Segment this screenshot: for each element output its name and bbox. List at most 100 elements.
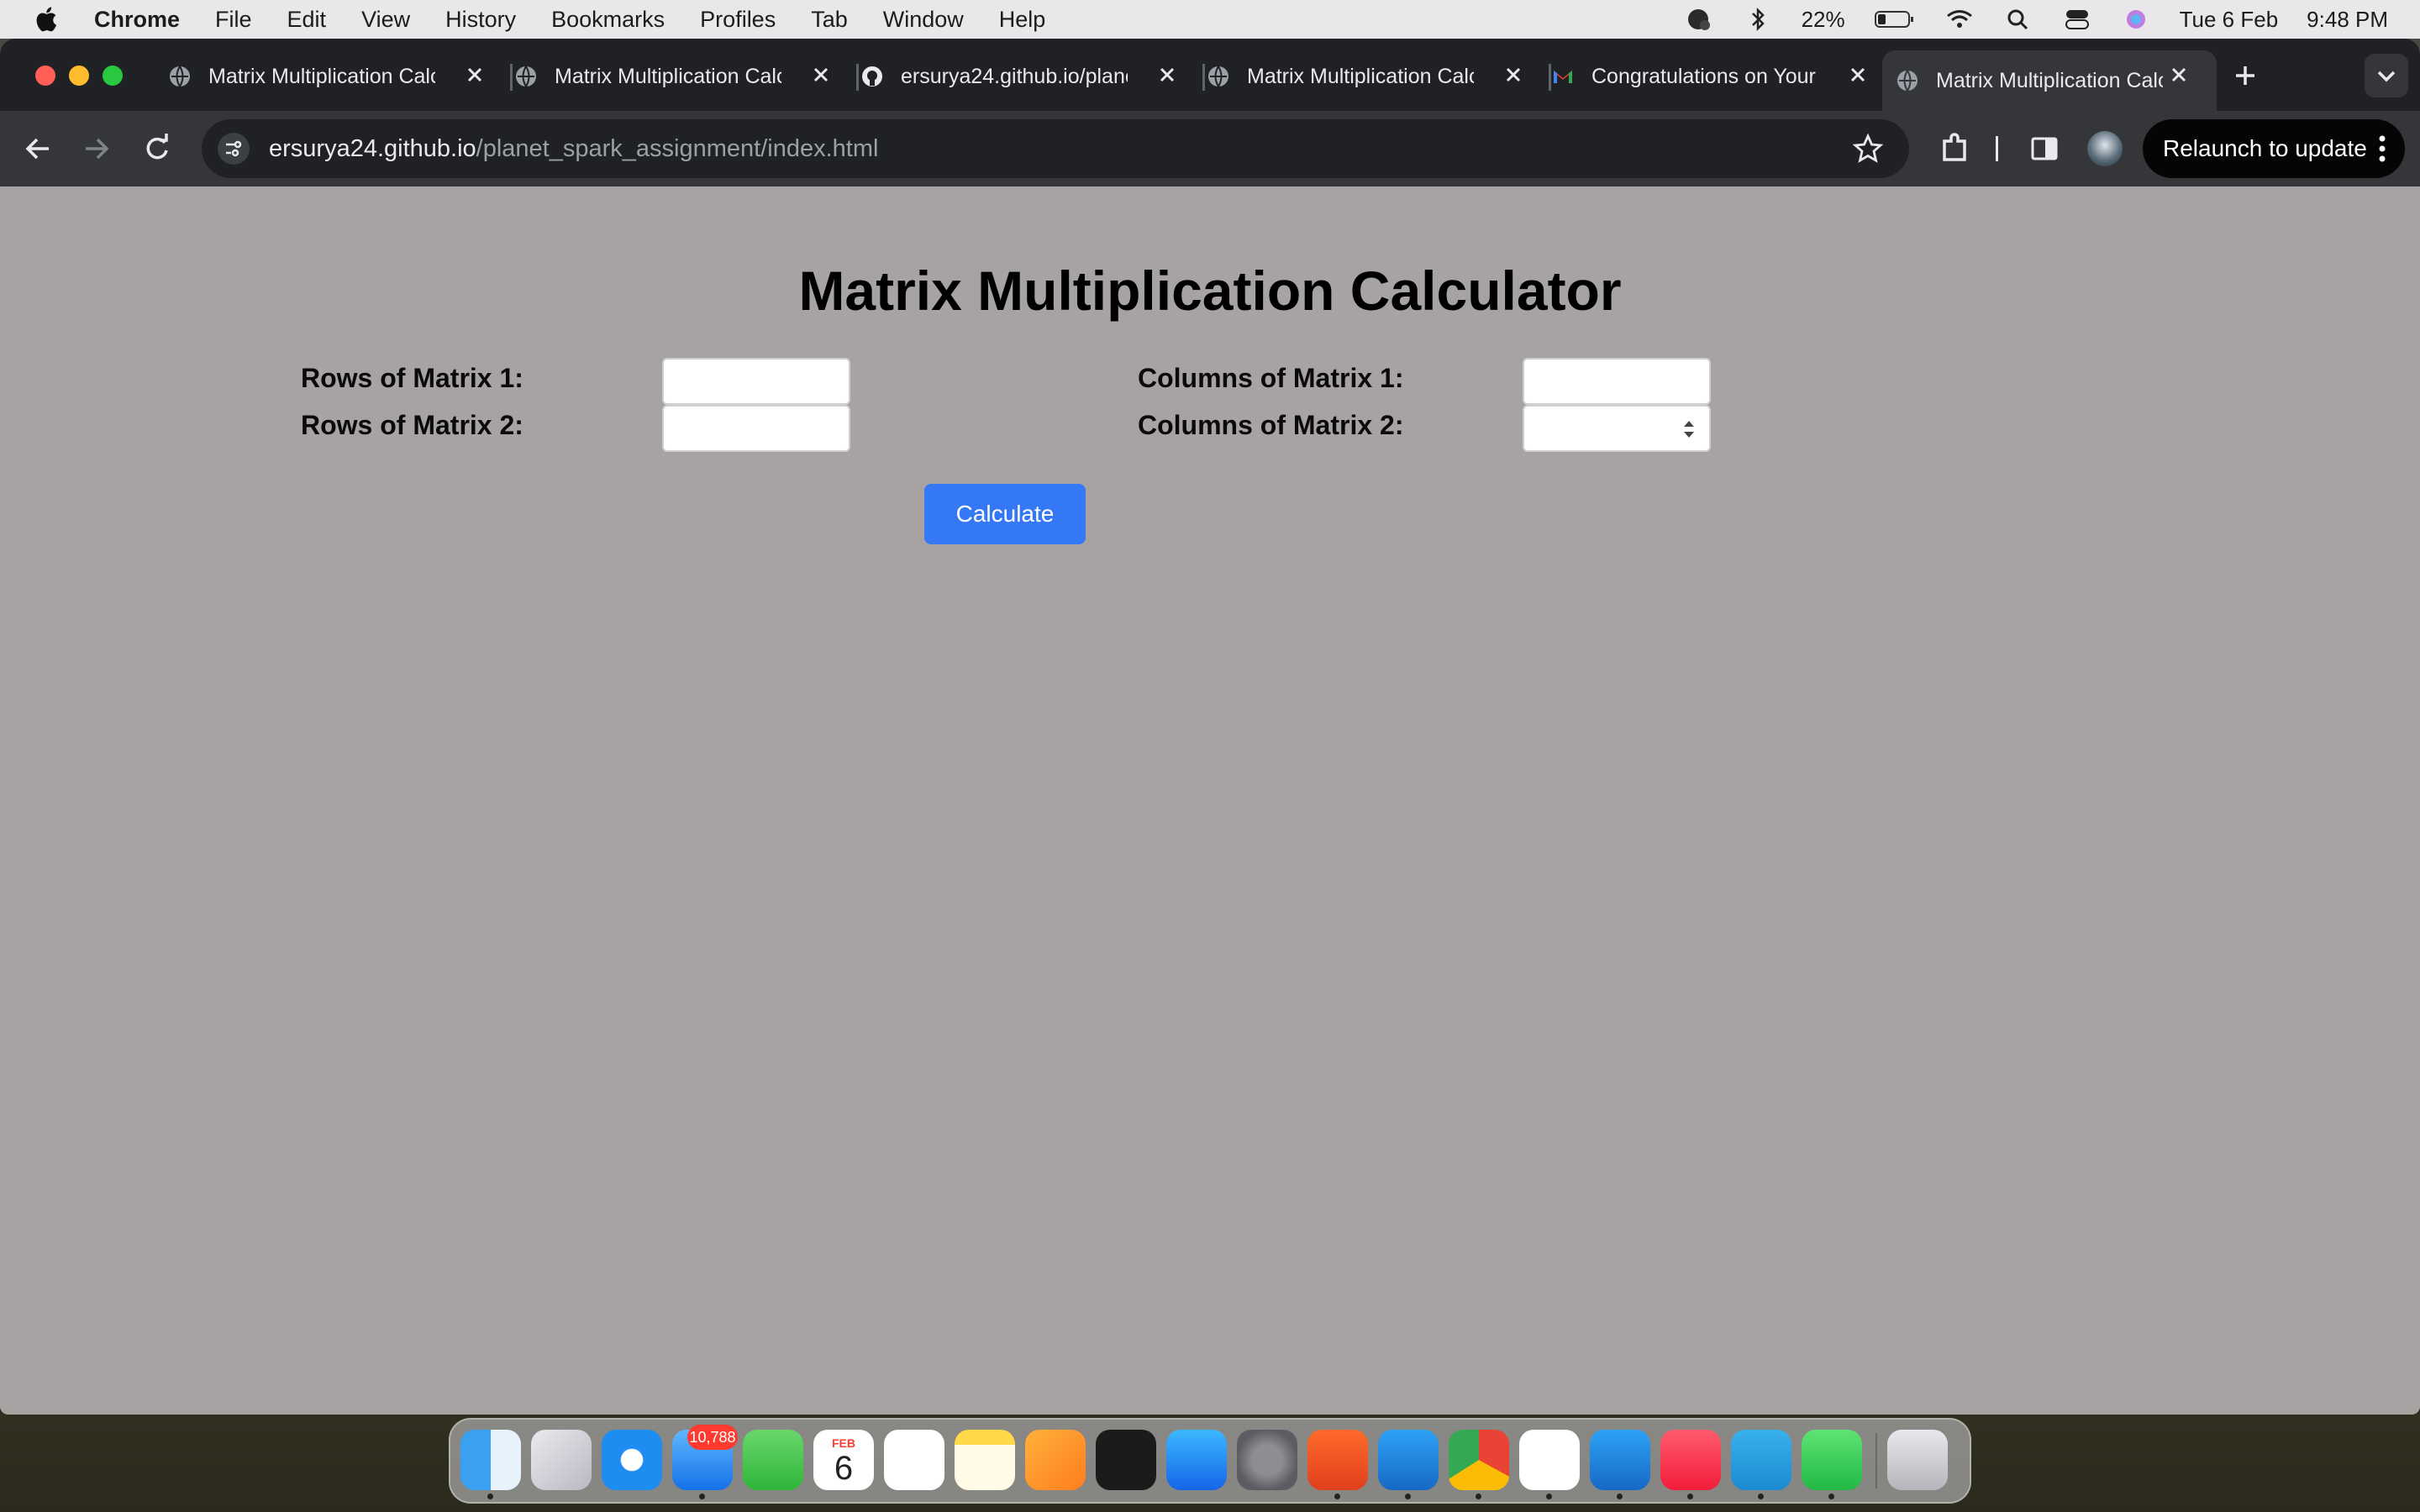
number-spinner-icon[interactable]	[1681, 417, 1697, 442]
tab-6-active[interactable]: Matrix Multiplication Calculator	[1882, 50, 2217, 111]
dock-launchpad-icon[interactable]	[531, 1430, 592, 1490]
reload-icon[interactable]	[138, 129, 176, 168]
siri-icon[interactable]	[2121, 7, 2151, 32]
more-menu-icon[interactable]	[2378, 134, 2386, 163]
dock-pages-icon[interactable]	[1025, 1430, 1086, 1490]
running-indicator	[1334, 1494, 1340, 1499]
menu-edit[interactable]: Edit	[287, 7, 327, 33]
running-indicator	[1546, 1494, 1552, 1499]
running-indicator	[1687, 1494, 1693, 1499]
tab-search-button[interactable]	[2365, 54, 2408, 97]
url-path: /planet_spark_assignment/index.html	[476, 134, 879, 162]
calendar-month: FEB	[832, 1436, 855, 1450]
page-title: Matrix Multiplication Calculator	[798, 260, 1622, 322]
dock-calendar-icon[interactable]: FEB 6	[813, 1430, 874, 1490]
close-tab-icon[interactable]	[808, 62, 834, 87]
menubar-time[interactable]: 9:48 PM	[2307, 7, 2388, 33]
address-bar[interactable]: ersurya24.github.io/planet_spark_assignm…	[202, 119, 1909, 178]
mail-unread-badge: 10,788	[687, 1425, 738, 1450]
menu-file[interactable]: File	[215, 7, 252, 33]
dock-system-settings-icon[interactable]	[1237, 1430, 1297, 1490]
columns-matrix-2-input[interactable]	[1523, 405, 1711, 452]
menu-bookmarks[interactable]: Bookmarks	[551, 7, 665, 33]
menu-help[interactable]: Help	[999, 7, 1046, 33]
dock-vs-code-insiders-icon[interactable]	[1590, 1430, 1650, 1490]
apple-menu-icon[interactable]	[34, 5, 62, 34]
running-indicator	[1758, 1494, 1764, 1499]
running-indicator	[1476, 1494, 1481, 1499]
calculate-button[interactable]: Calculate	[924, 484, 1086, 544]
zoom-window-button[interactable]	[103, 66, 123, 86]
rows-matrix-1-input[interactable]	[662, 358, 850, 405]
dock-app-store-icon[interactable]	[1166, 1430, 1227, 1490]
profile-avatar[interactable]	[2087, 131, 2123, 166]
back-arrow-icon[interactable]	[18, 129, 57, 168]
close-tab-icon[interactable]	[1155, 62, 1180, 87]
forward-arrow-icon[interactable]	[77, 129, 116, 168]
running-indicator	[1405, 1494, 1411, 1499]
dock-terminal-icon[interactable]	[1096, 1430, 1156, 1490]
dock-finder-icon[interactable]	[460, 1430, 521, 1490]
close-tab-icon[interactable]	[1501, 62, 1526, 87]
minimize-window-button[interactable]	[69, 66, 89, 86]
tab-4[interactable]: Matrix Multiplication Calculator	[1207, 50, 1551, 102]
menu-profiles[interactable]: Profiles	[700, 7, 776, 33]
chrome-window: Matrix Multiplication Calculator Matrix …	[0, 39, 2420, 1415]
dock-brave-icon[interactable]	[1307, 1430, 1368, 1490]
tab-5[interactable]: Congratulations on Your	[1551, 50, 1896, 102]
dock-trash-icon[interactable]	[1887, 1430, 1948, 1490]
tab-strip: Matrix Multiplication Calculator Matrix …	[0, 39, 2420, 111]
dock-divider	[1876, 1433, 1877, 1488]
dock-vs-code-icon[interactable]	[1378, 1430, 1439, 1490]
spotlight-search-icon[interactable]	[2003, 7, 2033, 32]
extensions-puzzle-icon[interactable]	[1936, 129, 1975, 168]
rows-matrix-2-input[interactable]	[662, 405, 850, 452]
dock-whatsapp-icon[interactable]	[1802, 1430, 1862, 1490]
tab-title: Matrix Multiplication Calculator	[208, 64, 435, 88]
close-tab-icon[interactable]	[2166, 62, 2191, 87]
tab-title: Matrix Multiplication Calculator	[1936, 68, 2163, 92]
tab-separator	[856, 64, 859, 91]
web-page-content: Matrix Multiplication Calculator Rows of…	[0, 186, 2420, 1415]
tab-title: Congratulations on Your	[1591, 64, 1816, 88]
tab-separator	[1202, 64, 1205, 91]
dock-safari-icon[interactable]	[602, 1430, 662, 1490]
menu-app-name[interactable]: Chrome	[94, 7, 180, 33]
menu-tab[interactable]: Tab	[811, 7, 848, 33]
columns-matrix-2-label: Columns of Matrix 2:	[1138, 410, 1404, 440]
bluetooth-icon[interactable]	[1743, 7, 1773, 32]
creative-cloud-icon[interactable]	[1684, 7, 1714, 32]
tab-1[interactable]: Matrix Multiplication Calculator	[168, 50, 513, 102]
url-host: ersurya24.github.io	[269, 134, 476, 162]
site-info-icon[interactable]	[217, 132, 250, 165]
tab-3[interactable]: ersurya24.github.io/planet_spark_assignm…	[860, 50, 1205, 102]
new-tab-icon[interactable]	[2232, 62, 2259, 89]
globe-icon	[170, 66, 190, 87]
relaunch-label: Relaunch to update	[2163, 135, 2367, 161]
tab-2[interactable]: Matrix Multiplication Calculator	[514, 50, 859, 102]
control-center-icon[interactable]	[2062, 7, 2092, 32]
dock-facetime-icon[interactable]	[743, 1430, 803, 1490]
close-tab-icon[interactable]	[1845, 62, 1870, 87]
menu-history[interactable]: History	[445, 7, 516, 33]
columns-matrix-1-input[interactable]	[1523, 358, 1711, 405]
menu-window[interactable]: Window	[883, 7, 964, 33]
relaunch-to-update-button[interactable]: Relaunch to update	[2143, 119, 2405, 178]
close-window-button[interactable]	[35, 66, 55, 86]
side-panel-icon[interactable]	[2025, 129, 2064, 168]
dock-chrome-icon[interactable]	[1449, 1430, 1509, 1490]
dock-dashlane-icon[interactable]	[1519, 1430, 1580, 1490]
toolbar-divider	[1996, 136, 1998, 161]
dock-telegram-icon[interactable]	[1731, 1430, 1791, 1490]
tab-separator	[510, 64, 513, 91]
wifi-icon[interactable]	[1944, 7, 1975, 32]
menubar-date[interactable]: Tue 6 Feb	[2180, 7, 2279, 33]
dock-music-icon[interactable]	[1660, 1430, 1721, 1490]
bookmark-star-icon[interactable]	[1852, 133, 1884, 165]
dock-notes-icon[interactable]	[955, 1430, 1015, 1490]
menu-view[interactable]: View	[361, 7, 410, 33]
battery-icon[interactable]	[1874, 7, 1916, 32]
columns-matrix-1-label: Columns of Matrix 1:	[1138, 363, 1404, 393]
close-tab-icon[interactable]	[462, 62, 487, 87]
dock-reminders-icon[interactable]	[884, 1430, 944, 1490]
